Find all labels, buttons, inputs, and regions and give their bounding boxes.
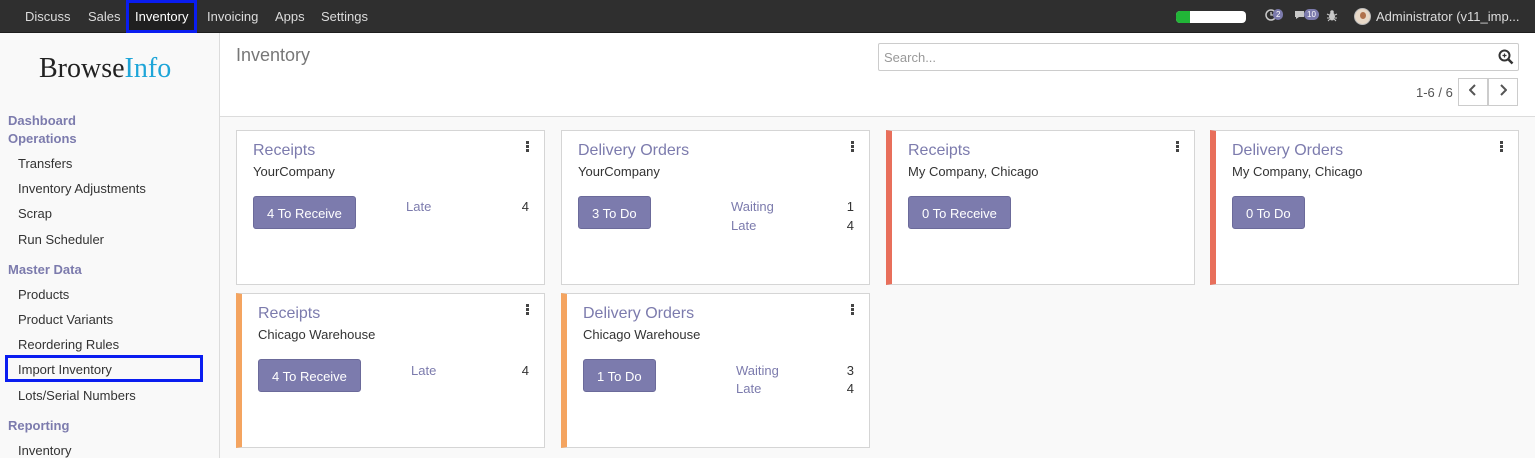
card-menu-icon[interactable] — [1500, 141, 1504, 153]
card-title[interactable]: Delivery Orders — [1232, 142, 1343, 160]
card-stat-value: 4 — [846, 381, 854, 396]
card-menu-icon[interactable] — [526, 141, 530, 153]
sidebar-item-scrap[interactable]: Scrap — [18, 206, 52, 221]
menu-apps[interactable]: Apps — [275, 0, 305, 33]
sidebar-heading-dashboard[interactable]: Dashboard — [8, 113, 76, 128]
card-company: YourCompany — [578, 164, 660, 179]
sidebar-heading-operations: Operations — [8, 131, 77, 146]
progress-fill — [1176, 11, 1190, 23]
card-stat-value: 4 — [846, 218, 854, 233]
card-menu-icon[interactable] — [526, 304, 530, 316]
search-input[interactable] — [879, 44, 1479, 70]
kanban-card[interactable]: Receipts My Company, Chicago 0 To Receiv… — [886, 130, 1195, 285]
pager-value[interactable]: 1-6 / 6 — [1416, 85, 1453, 100]
kanban-card[interactable]: Receipts Chicago Warehouse 4 To Receive … — [236, 293, 545, 448]
menu-settings[interactable]: Settings — [321, 0, 368, 33]
card-title[interactable]: Receipts — [253, 142, 315, 160]
pager-next-button[interactable] — [1488, 78, 1518, 106]
card-action-button[interactable]: 3 To Do — [578, 196, 651, 229]
progress-bar[interactable] — [1176, 11, 1246, 23]
card-stat-label[interactable]: Late — [736, 381, 761, 396]
card-action-button[interactable]: 0 To Receive — [908, 196, 1011, 229]
card-action-button[interactable]: 1 To Do — [583, 359, 656, 392]
messages-menu[interactable]: 10 — [1294, 9, 1319, 24]
menu-invoicing[interactable]: Invoicing — [207, 0, 258, 33]
card-action-button[interactable]: 4 To Receive — [258, 359, 361, 392]
control-panel: Inventory 1-6 / 6 — [220, 33, 1535, 117]
company-logo: BrowseInfo — [39, 53, 171, 85]
card-menu-icon[interactable] — [851, 141, 855, 153]
kanban-card[interactable]: Receipts YourCompany 4 To Receive Late 4 — [236, 130, 545, 285]
card-menu-icon[interactable] — [1176, 141, 1180, 153]
sidebar-item-reporting-inventory[interactable]: Inventory — [18, 443, 71, 458]
activity-menu[interactable]: 2 — [1265, 9, 1284, 24]
card-stat-value: 4 — [521, 199, 529, 214]
user-menu[interactable]: Administrator (v11_imp... — [1376, 0, 1520, 33]
sidebar-item-import-inventory[interactable]: Import Inventory — [5, 355, 203, 382]
card-stat-value: 3 — [846, 363, 854, 378]
card-stat-label[interactable]: Waiting — [736, 363, 779, 378]
user-avatar[interactable] — [1354, 8, 1371, 25]
menu-inventory[interactable]: Inventory — [126, 0, 198, 33]
sidebar-item-run-scheduler[interactable]: Run Scheduler — [18, 232, 104, 247]
card-company: My Company, Chicago — [908, 164, 1039, 179]
pager-previous-button[interactable] — [1458, 78, 1488, 106]
page-title: Inventory — [236, 45, 311, 65]
card-stat-label[interactable]: Late — [731, 218, 756, 233]
activity-count-badge: 2 — [1273, 9, 1284, 20]
menu-discuss[interactable]: Discuss — [25, 0, 71, 33]
kanban-card[interactable]: Delivery Orders Chicago Warehouse 1 To D… — [561, 293, 870, 448]
card-menu-icon[interactable] — [851, 304, 855, 316]
chevron-right-icon — [1500, 84, 1508, 96]
card-company: YourCompany — [253, 164, 335, 179]
sidebar-item-lots-serial-numbers[interactable]: Lots/Serial Numbers — [18, 388, 136, 403]
sidebar: BrowseInfo Dashboard Operations Transfer… — [0, 33, 220, 458]
menu-sales[interactable]: Sales — [88, 0, 121, 33]
card-action-button[interactable]: 4 To Receive — [253, 196, 356, 229]
sidebar-item-reordering-rules[interactable]: Reordering Rules — [18, 337, 119, 352]
kanban-card[interactable]: Delivery Orders YourCompany 3 To Do Wait… — [561, 130, 870, 285]
card-title[interactable]: Delivery Orders — [583, 305, 694, 323]
sidebar-item-product-variants[interactable]: Product Variants — [18, 312, 113, 327]
card-stat-value: 4 — [521, 363, 529, 378]
sidebar-item-transfers[interactable]: Transfers — [18, 156, 72, 171]
card-company: Chicago Warehouse — [258, 327, 376, 342]
card-title[interactable]: Receipts — [258, 305, 320, 323]
card-stat-label[interactable]: Late — [406, 199, 431, 214]
sidebar-heading-reporting: Reporting — [8, 418, 70, 433]
kanban-card[interactable]: Delivery Orders My Company, Chicago 0 To… — [1210, 130, 1519, 285]
card-stat-label[interactable]: Waiting — [731, 199, 774, 214]
card-title[interactable]: Delivery Orders — [578, 142, 689, 160]
search-box — [878, 43, 1519, 71]
sidebar-item-products[interactable]: Products — [18, 287, 69, 302]
chevron-left-icon — [1468, 84, 1476, 96]
card-title[interactable]: Receipts — [908, 142, 970, 160]
card-action-button[interactable]: 0 To Do — [1232, 196, 1305, 229]
debug-menu[interactable] — [1326, 9, 1338, 25]
card-company: My Company, Chicago — [1232, 164, 1363, 179]
card-stat-value: 1 — [846, 199, 854, 214]
search-icon[interactable] — [1498, 49, 1514, 65]
card-company: Chicago Warehouse — [583, 327, 701, 342]
logo-accent-text: Info — [124, 53, 172, 84]
logo-main-text: Browse — [39, 53, 125, 84]
messages-count-badge: 10 — [1304, 9, 1319, 20]
sidebar-item-inventory-adjustments[interactable]: Inventory Adjustments — [18, 181, 146, 196]
main-navbar: Discuss Sales Inventory Invoicing Apps S… — [0, 0, 1535, 33]
sidebar-heading-master-data: Master Data — [8, 262, 82, 277]
bug-icon — [1326, 10, 1338, 22]
card-stat-label[interactable]: Late — [411, 363, 436, 378]
